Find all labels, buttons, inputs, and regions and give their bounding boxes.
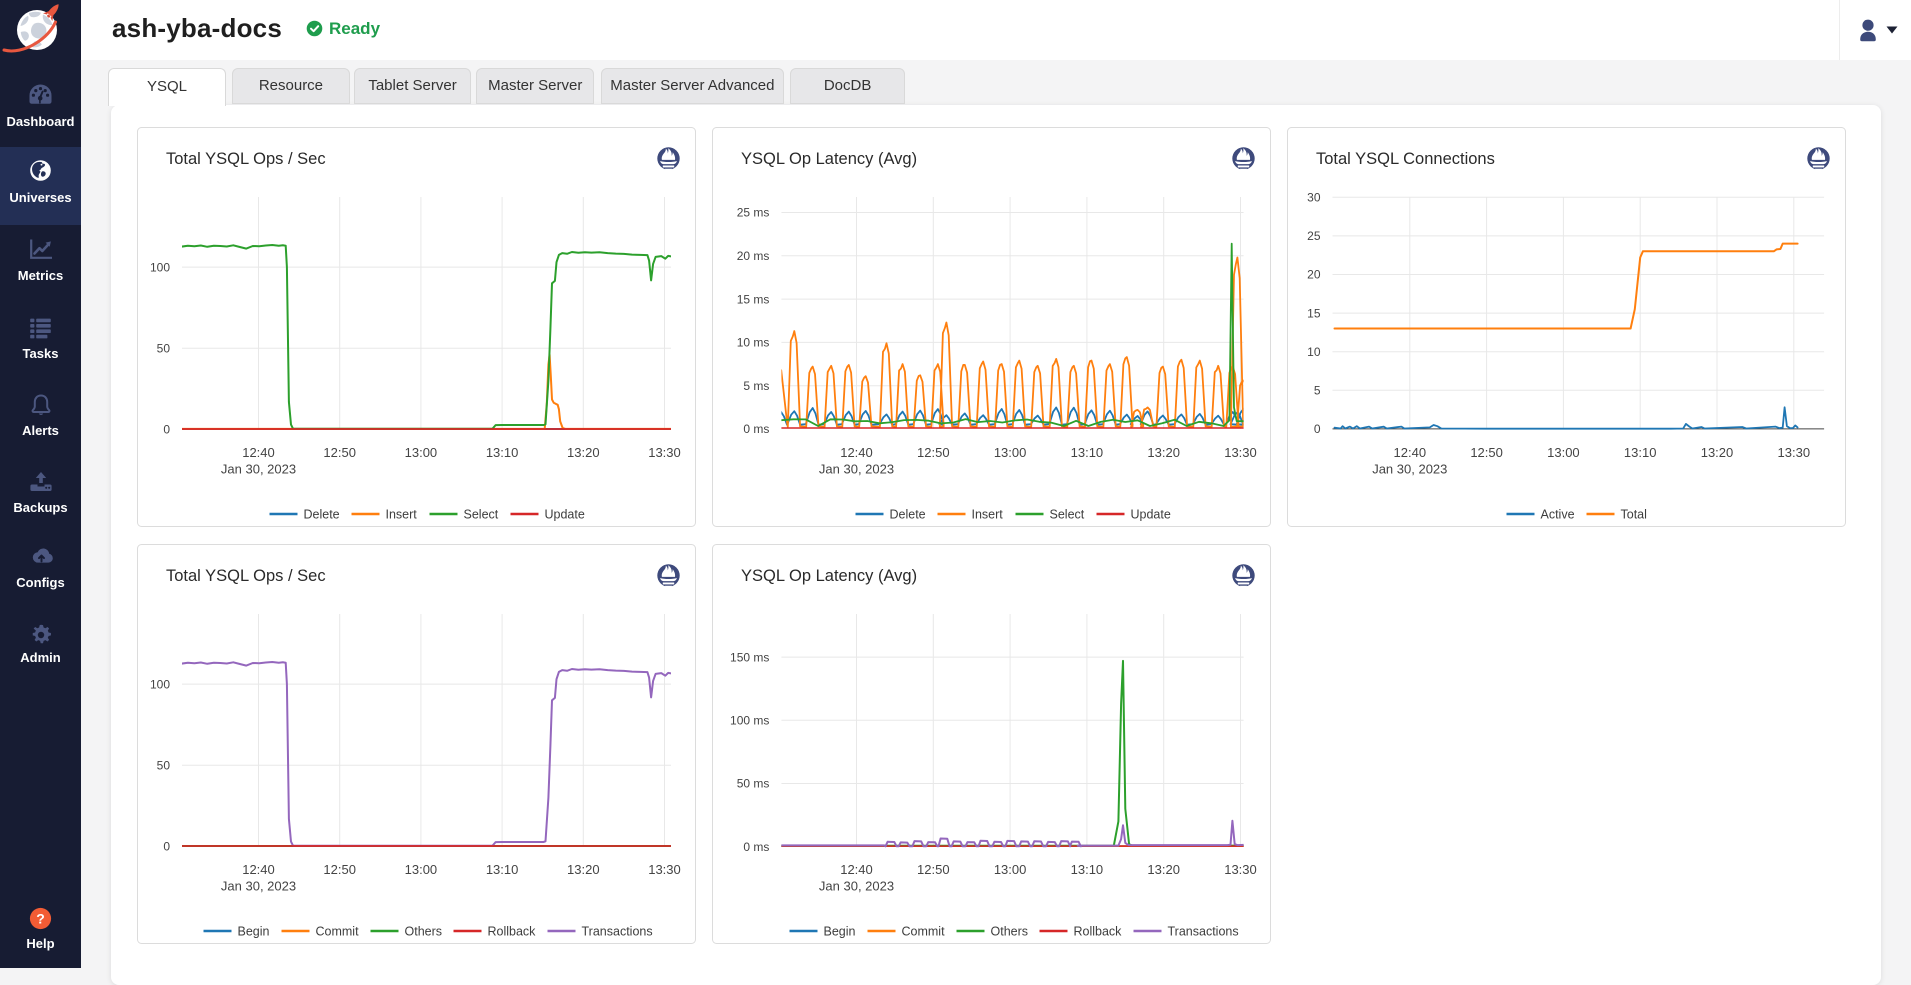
svg-text:50: 50 bbox=[156, 759, 170, 773]
svg-text:13:10: 13:10 bbox=[1623, 445, 1656, 460]
svg-text:12:50: 12:50 bbox=[323, 862, 356, 877]
svg-text:Total YSQL Ops / Sec: Total YSQL Ops / Sec bbox=[166, 567, 326, 585]
svg-text:13:10: 13:10 bbox=[485, 445, 518, 460]
svg-text:30: 30 bbox=[1307, 191, 1321, 205]
svg-text:0 ms: 0 ms bbox=[743, 840, 769, 854]
svg-text:12:50: 12:50 bbox=[323, 445, 356, 460]
svg-text:Commit: Commit bbox=[901, 925, 945, 939]
svg-text:12:50: 12:50 bbox=[1470, 445, 1503, 460]
svg-text:0: 0 bbox=[1313, 422, 1320, 436]
svg-text:20 ms: 20 ms bbox=[736, 249, 769, 263]
svg-text:13:20: 13:20 bbox=[567, 862, 600, 877]
svg-text:100 ms: 100 ms bbox=[730, 714, 769, 728]
svg-text:13:00: 13:00 bbox=[404, 862, 437, 877]
svg-text:Delete: Delete bbox=[303, 508, 339, 522]
svg-text:Select: Select bbox=[463, 508, 498, 522]
svg-text:Insert: Insert bbox=[385, 508, 417, 522]
svg-text:Active: Active bbox=[1540, 508, 1574, 522]
svg-text:10: 10 bbox=[1307, 345, 1321, 359]
svg-text:13:30: 13:30 bbox=[648, 862, 681, 877]
svg-text:13:10: 13:10 bbox=[1070, 862, 1103, 877]
svg-text:12:40: 12:40 bbox=[1393, 445, 1426, 460]
svg-text:YSQL Op Latency (Avg): YSQL Op Latency (Avg) bbox=[741, 567, 917, 585]
svg-text:Rollback: Rollback bbox=[1073, 925, 1122, 939]
svg-text:Commit: Commit bbox=[315, 925, 359, 939]
svg-text:Rollback: Rollback bbox=[487, 925, 536, 939]
svg-text:YSQL Op Latency (Avg): YSQL Op Latency (Avg) bbox=[741, 150, 917, 168]
svg-text:13:30: 13:30 bbox=[1777, 445, 1810, 460]
svg-text:0: 0 bbox=[163, 423, 170, 437]
svg-text:Total: Total bbox=[1620, 508, 1646, 522]
svg-text:150 ms: 150 ms bbox=[730, 650, 769, 664]
svg-text:12:40: 12:40 bbox=[242, 862, 275, 877]
svg-text:Transactions: Transactions bbox=[581, 925, 652, 939]
svg-text:10 ms: 10 ms bbox=[736, 336, 769, 350]
svg-text:13:20: 13:20 bbox=[567, 445, 600, 460]
svg-text:Update: Update bbox=[1130, 508, 1170, 522]
svg-text:Update: Update bbox=[544, 508, 584, 522]
svg-text:0: 0 bbox=[163, 840, 170, 854]
svg-text:50: 50 bbox=[156, 342, 170, 356]
svg-text:13:20: 13:20 bbox=[1700, 445, 1733, 460]
svg-text:20: 20 bbox=[1307, 268, 1321, 282]
svg-text:Total YSQL Connections: Total YSQL Connections bbox=[1316, 150, 1495, 168]
svg-text:Jan 30, 2023: Jan 30, 2023 bbox=[818, 879, 893, 894]
svg-text:Begin: Begin bbox=[237, 925, 269, 939]
svg-text:13:20: 13:20 bbox=[1147, 862, 1180, 877]
svg-text:13:10: 13:10 bbox=[1070, 445, 1103, 460]
svg-text:100: 100 bbox=[149, 260, 169, 274]
svg-text:12:50: 12:50 bbox=[917, 445, 950, 460]
svg-text:Others: Others bbox=[990, 925, 1028, 939]
svg-text:13:20: 13:20 bbox=[1147, 445, 1180, 460]
svg-text:12:40: 12:40 bbox=[840, 862, 873, 877]
svg-text:12:50: 12:50 bbox=[917, 862, 950, 877]
svg-text:13:30: 13:30 bbox=[1224, 445, 1257, 460]
svg-text:15: 15 bbox=[1307, 306, 1321, 320]
svg-text:Jan 30, 2023: Jan 30, 2023 bbox=[818, 462, 893, 477]
svg-text:?: ? bbox=[36, 910, 45, 926]
svg-text:13:00: 13:00 bbox=[1547, 445, 1580, 460]
svg-text:5 ms: 5 ms bbox=[743, 379, 769, 393]
svg-text:13:00: 13:00 bbox=[404, 445, 437, 460]
svg-text:13:30: 13:30 bbox=[648, 445, 681, 460]
svg-text:Jan 30, 2023: Jan 30, 2023 bbox=[220, 462, 295, 477]
svg-text:Jan 30, 2023: Jan 30, 2023 bbox=[1372, 462, 1447, 477]
svg-text:50 ms: 50 ms bbox=[736, 777, 769, 791]
svg-text:5: 5 bbox=[1313, 384, 1320, 398]
svg-text:Others: Others bbox=[404, 925, 442, 939]
svg-text:13:10: 13:10 bbox=[485, 862, 518, 877]
svg-text:13:30: 13:30 bbox=[1224, 862, 1257, 877]
svg-text:12:40: 12:40 bbox=[242, 445, 275, 460]
svg-text:Jan 30, 2023: Jan 30, 2023 bbox=[220, 879, 295, 894]
svg-text:Select: Select bbox=[1049, 508, 1084, 522]
svg-text:Begin: Begin bbox=[823, 925, 855, 939]
svg-text:25: 25 bbox=[1307, 229, 1321, 243]
svg-text:Delete: Delete bbox=[889, 508, 925, 522]
svg-text:13:00: 13:00 bbox=[993, 445, 1026, 460]
svg-text:Transactions: Transactions bbox=[1167, 925, 1238, 939]
svg-text:12:40: 12:40 bbox=[840, 445, 873, 460]
svg-text:100: 100 bbox=[149, 677, 169, 691]
svg-text:Total YSQL Ops / Sec: Total YSQL Ops / Sec bbox=[166, 150, 326, 168]
svg-text:25 ms: 25 ms bbox=[736, 206, 769, 220]
svg-text:15 ms: 15 ms bbox=[736, 292, 769, 306]
svg-text:Insert: Insert bbox=[971, 508, 1003, 522]
svg-text:13:00: 13:00 bbox=[993, 862, 1026, 877]
svg-text:0 ms: 0 ms bbox=[743, 422, 769, 436]
